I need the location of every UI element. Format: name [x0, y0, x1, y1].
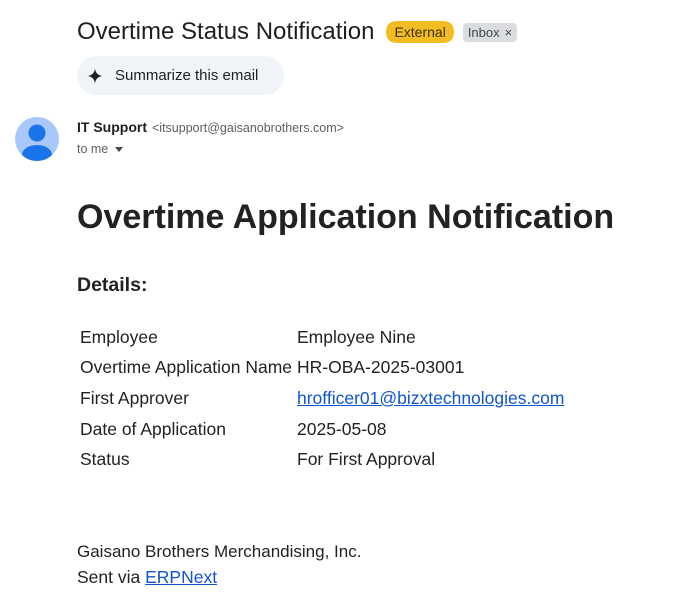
detail-value: Employee Nine [297, 326, 416, 347]
company-name: Gaisano Brothers Merchandising, Inc. [77, 542, 362, 561]
inbox-label-badge[interactable]: Inbox × [462, 22, 518, 42]
inbox-label-text: Inbox [467, 24, 500, 40]
remove-inbox-label-button[interactable]: × [505, 24, 513, 41]
approver-email-link[interactable]: hrofficer01@bizxtechnologies.com [297, 388, 564, 408]
table-row: Employee Employee Nine [77, 322, 564, 353]
table-row: First Approver hrofficer01@bizxtechnolog… [77, 383, 564, 414]
sent-via-prefix: Sent via [77, 567, 146, 587]
caret-down-icon [115, 146, 124, 152]
detail-label: Employee [80, 326, 158, 347]
sparkle-icon [87, 68, 103, 83]
external-label-badge: External [386, 21, 454, 43]
summarize-email-button[interactable]: Summarize this email [77, 56, 284, 95]
detail-value: For First Approval [297, 449, 436, 470]
detail-value: hrofficer01@bizxtechnologies.com [294, 383, 564, 414]
recipients-toggle[interactable]: to me [77, 142, 124, 156]
detail-label: First Approver [80, 387, 189, 408]
details-heading: Details: [77, 274, 148, 296]
body-heading: Overtime Application Notification [77, 198, 615, 236]
sender-name[interactable]: IT Support [77, 119, 147, 135]
detail-value: 2025-05-08 [297, 418, 387, 439]
sent-via-footer: Sent via ERPNext [77, 567, 217, 588]
erpnext-link[interactable]: ERPNext [145, 567, 217, 587]
email-subject-row: Overtime Status Notification External In… [77, 14, 518, 50]
table-row: Date of Application 2025-05-08 [77, 414, 564, 445]
summarize-email-label: Summarize this email [115, 67, 259, 84]
table-row: Status For First Approval [77, 444, 564, 475]
details-table: Employee Employee Nine Overtime Applicat… [77, 322, 564, 475]
detail-label: Overtime Application Name [80, 357, 293, 378]
sender-avatar[interactable] [15, 117, 59, 161]
person-avatar-icon [22, 124, 52, 161]
recipients-label: to me [77, 142, 109, 156]
email-subject: Overtime Status Notification [77, 18, 375, 45]
sender-info: IT Support <itsupport@gaisanobrothers.co… [77, 119, 344, 135]
table-row: Overtime Application Name HR-OBA-2025-03… [77, 353, 564, 384]
detail-label: Status [80, 449, 130, 470]
detail-value: HR-OBA-2025-03001 [297, 357, 465, 378]
sender-email: <itsupport@gaisanobrothers.com> [152, 121, 344, 135]
detail-label: Date of Application [80, 418, 226, 439]
